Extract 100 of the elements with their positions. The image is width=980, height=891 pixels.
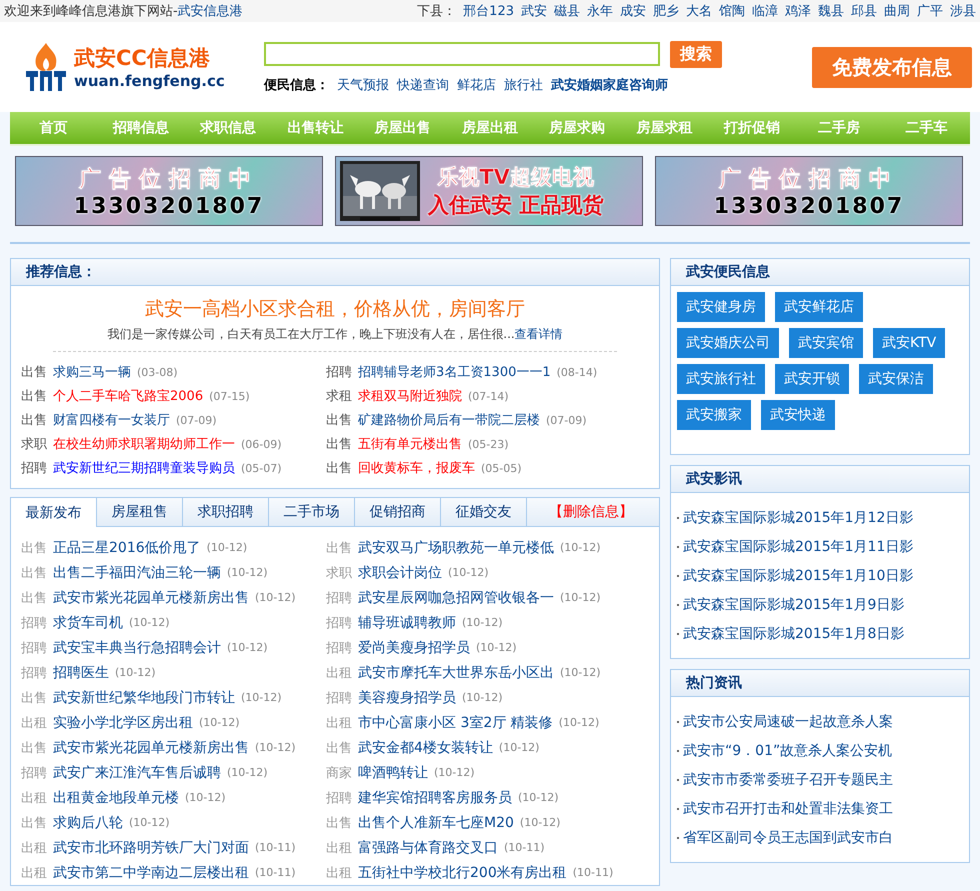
- news-link[interactable]: 武安市召开打击和处置非法集资工: [683, 800, 893, 818]
- ad-banner[interactable]: 广告位招商中 13303201807: [15, 156, 323, 226]
- listing-link[interactable]: 求购三马一辆: [53, 363, 131, 381]
- county-link[interactable]: 广平: [917, 2, 943, 20]
- service-button[interactable]: 武安宾馆: [789, 328, 863, 358]
- tab[interactable]: 房屋租售: [97, 498, 183, 526]
- category-label: 出售: [21, 388, 47, 405]
- listing-link[interactable]: 个人二手车哈飞路宝2006: [53, 387, 204, 405]
- service-link[interactable]: 武安婚姻家庭咨询师: [551, 76, 668, 94]
- movie-link[interactable]: 武安森宝国际影城2015年1月12日影: [683, 508, 914, 526]
- date-text: (10-12): [560, 541, 601, 554]
- listing-link[interactable]: 出售个人准新车七座M20: [358, 814, 514, 832]
- county-link[interactable]: 永年: [587, 2, 613, 20]
- listing-link[interactable]: 武安新世纪三期招聘童装导购员: [53, 459, 235, 477]
- news-link[interactable]: 省军区副司令员王志国到武安市白: [683, 828, 893, 846]
- service-button[interactable]: 武安鲜花店: [775, 292, 863, 322]
- service-link[interactable]: 旅行社: [504, 76, 543, 94]
- county-link[interactable]: 成安: [620, 2, 646, 20]
- tab[interactable]: 二手市场: [269, 498, 355, 526]
- listing-link[interactable]: 矿建路物价局后有一带院二层楼: [358, 411, 540, 429]
- movie-link[interactable]: 武安森宝国际影城2015年1月10日影: [683, 566, 914, 584]
- tab[interactable]: 促销招商: [355, 498, 441, 526]
- listing-link[interactable]: 正品三星2016低价甩了: [53, 538, 201, 556]
- listing-link[interactable]: 求货车司机: [53, 614, 123, 632]
- county-link[interactable]: 馆陶: [719, 2, 745, 20]
- listing-link[interactable]: 武安市摩托车大世界东岳小区出: [358, 664, 554, 682]
- county-link[interactable]: 肥乡: [653, 2, 679, 20]
- listing-link[interactable]: 市中心富康小区 3室2厅 精装修: [358, 714, 553, 732]
- site-link[interactable]: 武安信息港: [178, 4, 243, 19]
- search-field[interactable]: [264, 42, 660, 66]
- listing-link[interactable]: 回收黄标车，报废车: [358, 459, 475, 477]
- service-button[interactable]: 武安健身房: [677, 292, 765, 322]
- date-text: (10-12): [115, 666, 156, 679]
- listing-link[interactable]: 武安宝丰典当行急招聘会计: [53, 638, 221, 656]
- listing-link[interactable]: 在校生幼师求职署期幼师工作一: [53, 435, 235, 453]
- service-link[interactable]: 鲜花店: [457, 76, 496, 94]
- listing-link[interactable]: 武安市紫光花园单元楼新房出售: [53, 588, 249, 606]
- listing-link[interactable]: 建华宾馆招聘客房服务员: [358, 788, 512, 806]
- listing-link[interactable]: 五街社中学校北行200米有房出租: [358, 864, 567, 882]
- listing-link[interactable]: 招聘辅导老师3名工资1300一一1: [358, 363, 551, 381]
- listing-link[interactable]: 辅导班诚聘教师: [358, 614, 456, 632]
- category-label: 出租: [21, 790, 47, 806]
- service-link[interactable]: 天气预报: [337, 76, 389, 94]
- county-link[interactable]: 曲周: [884, 2, 910, 20]
- movie-link[interactable]: 武安森宝国际影城2015年1月9日影: [683, 596, 904, 614]
- county-link[interactable]: 鸡泽: [785, 2, 811, 20]
- listing-link[interactable]: 求租双马附近独院: [358, 387, 462, 405]
- news-link[interactable]: 武安市“9．01”故意杀人案公安机: [683, 742, 892, 760]
- tab[interactable]: 求职招聘: [183, 498, 269, 526]
- listing-link[interactable]: 求购后八轮: [53, 814, 123, 832]
- county-link[interactable]: 魏县: [818, 2, 844, 20]
- listing-link[interactable]: 武安金都4楼女装转让: [358, 738, 493, 756]
- listing-link[interactable]: 武安广来江淮汽车售后诚聘: [53, 764, 221, 782]
- ad-text: 入住武安 正品现货: [428, 192, 604, 219]
- listing-link[interactable]: 啤酒鸭转让: [358, 764, 428, 782]
- listing-link[interactable]: 实验小学北学区房出租: [53, 714, 193, 732]
- county-link[interactable]: 大名: [686, 2, 712, 20]
- service-button[interactable]: 武安婚庆公司: [677, 328, 779, 358]
- details-link[interactable]: 查看详情: [514, 327, 563, 341]
- listing-link[interactable]: 武安市紫光花园单元楼新房出售: [53, 738, 249, 756]
- listing-link[interactable]: 求职会计岗位: [358, 564, 442, 582]
- listing-link[interactable]: 武安双马广场职教苑一单元楼低: [358, 538, 554, 556]
- listing-link[interactable]: 出售二手福田汽油三轮一辆: [53, 564, 221, 582]
- listing-link[interactable]: 美容瘦身招学员: [358, 688, 456, 706]
- listing-link[interactable]: 招聘医生: [53, 664, 109, 682]
- service-button[interactable]: 武安KTV: [873, 328, 946, 358]
- service-button[interactable]: 武安保洁: [859, 364, 933, 394]
- tab[interactable]: 最新发布: [11, 498, 97, 527]
- ad-banner[interactable]: 广告位招商中 13303201807: [655, 156, 963, 226]
- service-button[interactable]: 武安开锁: [775, 364, 849, 394]
- service-button[interactable]: 武安旅行社: [677, 364, 765, 394]
- county-link[interactable]: 邱县: [851, 2, 877, 20]
- tab[interactable]: 征婚交友: [441, 498, 527, 526]
- listing-link[interactable]: 武安新世纪繁华地段门市转让: [53, 688, 235, 706]
- news-link[interactable]: 武安市公安局速破一起故意杀人案: [683, 712, 893, 730]
- service-link[interactable]: 快递查询: [397, 76, 449, 94]
- movie-link[interactable]: 武安森宝国际影城2015年1月11日影: [683, 538, 914, 556]
- service-button[interactable]: 武安快递: [761, 400, 835, 430]
- listing-link[interactable]: 五街有单元楼出售: [358, 435, 462, 453]
- category-label: 招聘: [21, 764, 47, 782]
- service-button[interactable]: 武安搬家: [677, 400, 751, 430]
- category-label: 出售: [21, 740, 47, 756]
- delete-link[interactable]: 【删除信息】: [549, 498, 633, 526]
- category-label: 出售: [326, 412, 352, 429]
- county-link[interactable]: 涉县: [950, 2, 976, 20]
- listing-link[interactable]: 爱尚美瘦身招学员: [358, 638, 470, 656]
- news-link[interactable]: 武安市市委常委班子召开专题民主: [683, 770, 893, 788]
- counties-label: 下县：: [417, 3, 456, 20]
- listing-link[interactable]: 武安星辰网咖急招网管收银各一: [358, 588, 554, 606]
- county-link[interactable]: 武安: [521, 2, 547, 20]
- listing-link[interactable]: 出租黄金地段单元楼: [53, 788, 179, 806]
- movie-link[interactable]: 武安森宝国际影城2015年1月8日影: [683, 624, 904, 642]
- listing-link[interactable]: 武安市第二中学南边二层楼出租: [53, 864, 249, 882]
- listing-link[interactable]: 财富四楼有一女装厅: [53, 411, 170, 429]
- county-link[interactable]: 邢台123: [463, 2, 514, 20]
- listing-link[interactable]: 富强路与体育路交叉口: [358, 838, 498, 856]
- county-link[interactable]: 磁县: [554, 2, 580, 20]
- category-label: 出租: [326, 840, 352, 856]
- listing-link[interactable]: 武安市北环路明芳铁厂大门对面: [53, 838, 249, 856]
- county-link[interactable]: 临漳: [752, 2, 778, 20]
